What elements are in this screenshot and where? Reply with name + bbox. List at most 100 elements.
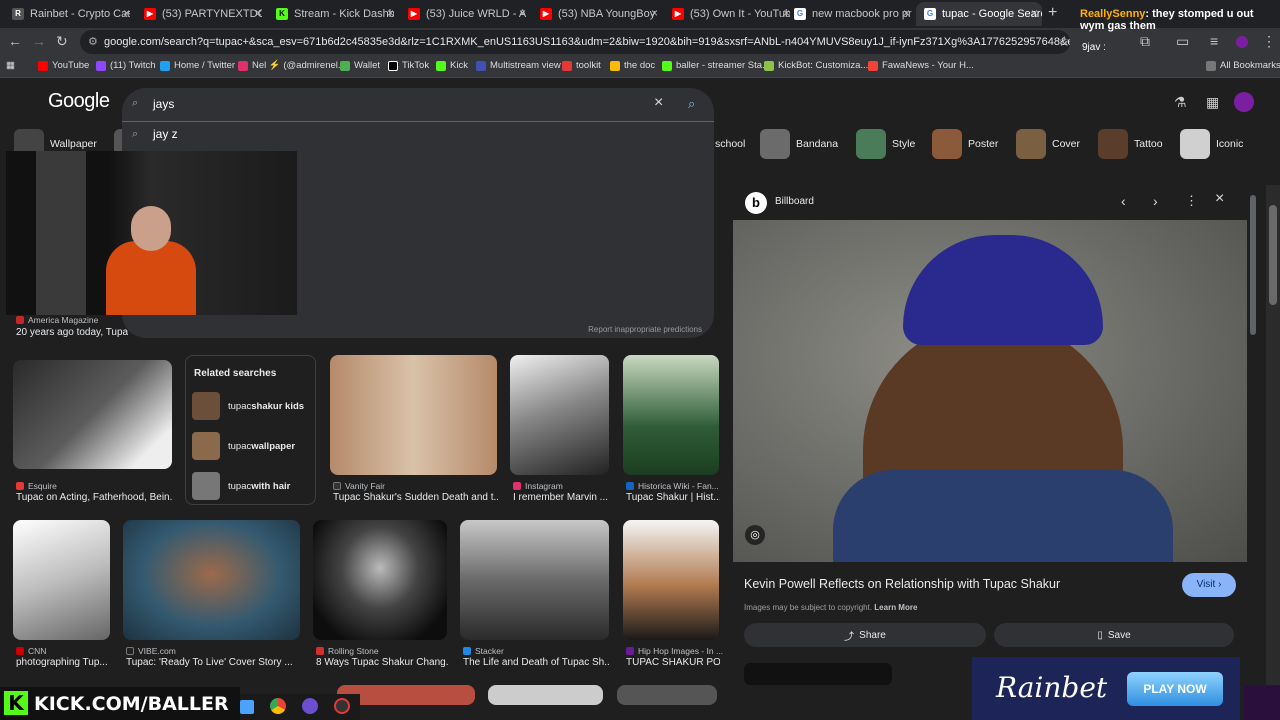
search-input[interactable]: jays xyxy=(153,97,174,111)
media-icon[interactable]: ≡ xyxy=(1210,33,1218,49)
result-title[interactable]: TUPAC SHAKUR PO... xyxy=(626,657,720,668)
close-icon[interactable]: × xyxy=(123,6,130,20)
related-item[interactable]: tupac with hair xyxy=(192,472,290,500)
menu-icon[interactable]: ⋮ xyxy=(1262,33,1276,50)
back-icon[interactable]: ← xyxy=(8,33,22,49)
panel-title[interactable]: Kevin Powell Reflects on Relationship wi… xyxy=(744,577,1164,591)
related-thumbnail[interactable] xyxy=(744,663,892,685)
all-bookmarks[interactable]: All Bookmarks xyxy=(1206,60,1280,71)
result-image[interactable] xyxy=(13,520,110,640)
result-source[interactable]: Rolling Stone xyxy=(316,646,379,656)
result-title[interactable]: 8 Ways Tupac Shakur Chang... xyxy=(316,657,448,668)
result-title[interactable]: photographing Tup... xyxy=(16,657,112,668)
bookmark-kick[interactable]: Kick xyxy=(436,60,468,71)
tab-tupac-search[interactable]: G tupac - Google Search × xyxy=(916,2,1042,26)
address-bar[interactable]: ⚙ google.com/search?q=tupac+&sca_esv=671… xyxy=(80,30,1070,54)
previous-icon[interactable]: ‹ xyxy=(1121,193,1126,209)
result-source[interactable]: Stacker xyxy=(463,646,504,656)
scrollbar[interactable] xyxy=(1266,185,1280,685)
rainbet-ad[interactable]: Rainbet PLAY NOW xyxy=(972,657,1240,720)
bookmark-tiktok[interactable]: TikTok xyxy=(388,60,429,71)
panel-scrollbar-thumb[interactable] xyxy=(1250,195,1256,335)
close-icon[interactable]: × xyxy=(1031,6,1038,20)
close-panel-icon[interactable]: × xyxy=(1215,190,1224,208)
labs-icon[interactable]: ⚗ xyxy=(1174,94,1187,111)
tab-kick-dashboard[interactable]: K Stream - Kick Dashboard × xyxy=(268,2,398,26)
bookmark-multistream[interactable]: Multistream view xyxy=(476,60,561,71)
result-title[interactable]: Tupac Shakur's Sudden Death and t... xyxy=(333,492,498,503)
result-image[interactable] xyxy=(617,685,717,705)
bookmark-youtube[interactable]: YouTube xyxy=(38,60,89,71)
result-image[interactable] xyxy=(510,355,609,475)
chip-cover[interactable]: Cover xyxy=(1016,128,1080,160)
result-title[interactable]: Tupac: 'Ready To Live' Cover Story ... xyxy=(126,657,300,668)
result-source[interactable]: Instagram xyxy=(513,481,563,491)
site-info-icon[interactable]: ⚙ xyxy=(88,30,98,54)
chip-poster[interactable]: Poster xyxy=(932,128,998,160)
close-icon[interactable]: × xyxy=(519,6,526,20)
bookmark-toolkit[interactable]: toolkit xyxy=(562,60,601,71)
result-source[interactable]: Hip Hop Images - In ... xyxy=(626,646,723,656)
result-title[interactable]: 20 years ago today, Tupac xyxy=(16,327,128,338)
result-title[interactable]: Tupac on Acting, Fatherhood, Bein... xyxy=(16,492,172,503)
close-icon[interactable]: × xyxy=(387,6,394,20)
result-image[interactable] xyxy=(623,355,719,475)
scrollbar-thumb[interactable] xyxy=(1269,205,1277,305)
close-icon[interactable]: × xyxy=(651,6,658,20)
chip-bandana[interactable]: Bandana xyxy=(760,128,838,160)
bookmark-doc[interactable]: the doc xyxy=(610,60,655,71)
close-icon[interactable]: × xyxy=(255,6,262,20)
star-icon[interactable]: ☆ xyxy=(1058,33,1071,50)
mail-app-icon[interactable] xyxy=(240,700,254,714)
bookmark-twitter[interactable]: Home / Twitter xyxy=(160,60,235,71)
result-title[interactable]: Tupac Shakur | Hist... xyxy=(626,492,720,503)
chip-style[interactable]: Style xyxy=(856,128,915,160)
learn-more-link[interactable]: Learn More xyxy=(874,603,917,612)
related-item[interactable]: tupac shakur kids xyxy=(192,392,304,420)
report-predictions-link[interactable]: Report inappropriate predictions xyxy=(588,325,702,334)
tab-rainbet[interactable]: R Rainbet - Crypto Casino × xyxy=(4,2,134,26)
bookmark-baller[interactable]: baller - streamer Sta... xyxy=(662,60,770,71)
result-source[interactable]: Vanity Fair xyxy=(333,481,385,491)
obs-icon[interactable] xyxy=(334,698,350,714)
bookmark-wallet[interactable]: Wallet xyxy=(340,60,380,71)
extensions-icon[interactable]: ⧉ xyxy=(1140,33,1150,50)
result-image[interactable] xyxy=(460,520,609,640)
tab-juice-wrld[interactable]: ▶ (53) Juice WRLD - All G × xyxy=(400,2,530,26)
result-image[interactable] xyxy=(623,520,719,640)
bookmark-fawanews[interactable]: FawaNews - Your H... xyxy=(868,60,974,71)
result-title[interactable]: The Life and Death of Tupac Sh... xyxy=(463,657,609,668)
forward-icon[interactable]: → xyxy=(32,33,46,49)
play-now-button[interactable]: PLAY NOW xyxy=(1127,672,1223,706)
lens-icon[interactable]: ◎ xyxy=(745,525,765,545)
preview-image[interactable]: ◎ xyxy=(733,220,1247,562)
messenger-icon[interactable] xyxy=(302,698,318,714)
result-source[interactable]: America Magazine xyxy=(16,315,98,325)
visit-button[interactable]: Visit › xyxy=(1182,573,1236,597)
share-button[interactable]: ⤴ Share xyxy=(744,623,986,647)
close-icon[interactable]: × xyxy=(903,6,910,20)
search-submit-icon[interactable]: ⌕ xyxy=(688,96,695,112)
result-source[interactable]: Historica Wiki - Fan... xyxy=(626,481,719,491)
new-tab-button[interactable]: + xyxy=(1048,4,1057,22)
result-source[interactable]: CNN xyxy=(16,646,46,656)
more-options-icon[interactable]: ⋮ xyxy=(1185,193,1198,209)
chip-school[interactable]: school xyxy=(715,128,745,160)
result-image[interactable] xyxy=(123,520,300,640)
google-logo[interactable]: Google xyxy=(48,90,110,113)
related-item[interactable]: tupac wallpaper xyxy=(192,432,295,460)
chip-tattoo[interactable]: Tattoo xyxy=(1098,128,1163,160)
chrome-icon[interactable] xyxy=(270,698,286,714)
result-title[interactable]: I remember Marvin ... xyxy=(513,492,609,503)
save-button[interactable]: ▯ Save xyxy=(994,623,1234,647)
result-source[interactable]: VIBE.com xyxy=(126,646,176,656)
suggestion-item[interactable]: jay z xyxy=(153,127,178,141)
bookmark-twitch[interactable]: (11) Twitch xyxy=(96,60,156,71)
result-image[interactable] xyxy=(488,685,603,705)
apps-grid-icon[interactable]: ▦ xyxy=(1206,94,1219,111)
apps-icon[interactable]: ▦ xyxy=(6,60,15,71)
reload-icon[interactable]: ↻ xyxy=(56,33,68,50)
result-image[interactable] xyxy=(330,355,497,475)
result-source[interactable]: Esquire xyxy=(16,481,57,491)
account-avatar[interactable] xyxy=(1234,92,1254,112)
